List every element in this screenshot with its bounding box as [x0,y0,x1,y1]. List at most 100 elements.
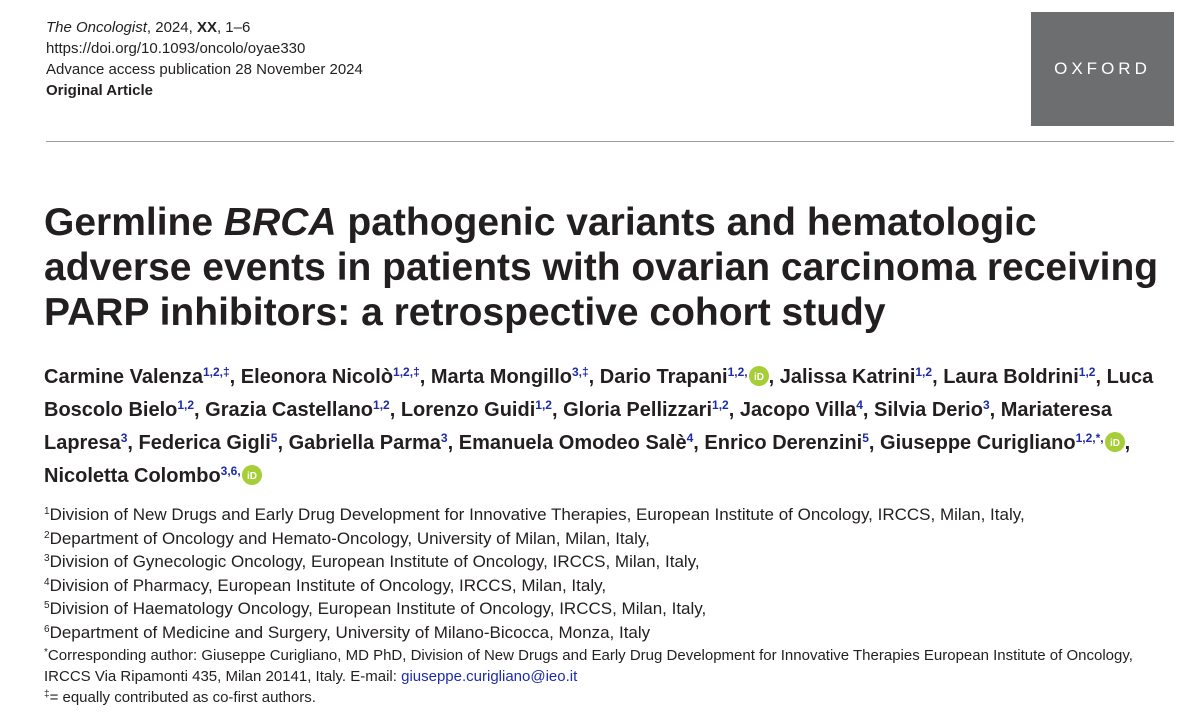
author-name: Grazia Castellano [205,399,374,421]
author-separator: , [447,432,459,454]
svg-text:iD: iD [247,471,257,482]
author-entry: Lorenzo Guidi1,2, [401,399,563,421]
author-name: Nicoletta Colombo [44,465,221,487]
orcid-icon[interactable]: iD [748,366,769,386]
author-separator: , [419,366,431,388]
author-affiliation-superscript[interactable]: 3 [983,398,990,412]
affiliation-item: 6Department of Medicine and Surgery, Uni… [44,621,1174,645]
author-name: Giuseppe Curigliano [880,432,1076,454]
author-entry: Enrico Derenzini5, [704,432,880,454]
affiliation-item: 4Division of Pharmacy, European Institut… [44,574,1174,598]
author-separator: , [277,432,289,454]
author-separator: , [868,432,881,454]
author-affiliation-superscript[interactable]: 1,2 [1079,365,1096,379]
author-name: Marta Mongillo [430,366,572,388]
journal-name: The Oncologist [46,19,147,36]
affiliation-text: Division of Haematology Oncology, Europe… [49,599,707,618]
author-separator: , [768,366,780,388]
title-part-1: Germline [44,201,224,244]
author-separator: , [862,399,875,421]
author-entry: Federica Gigli5, [139,432,289,454]
author-separator: , [728,399,740,421]
citation-volume: XX [196,19,217,36]
author-separator: , [194,399,206,421]
affiliation-item: 1Division of New Drugs and Early Drug De… [44,503,1174,527]
author-affiliation-superscript[interactable]: 3,‡ [572,365,589,379]
author-separator: , [989,399,1001,421]
author-name: Lorenzo Guidi [400,399,536,421]
author-separator: , [932,366,944,388]
author-affiliation-superscript[interactable]: 1,2 [535,398,552,412]
svg-text:iD: iD [754,372,764,383]
author-entry: Jalissa Katrini1,2, [780,366,943,388]
author-entry: Emanuela Omodeo Salè4, [459,432,705,454]
article-title: Germline BRCA pathogenic variants and he… [44,200,1164,335]
author-separator: , [693,432,705,454]
header-divider [46,141,1174,142]
author-entry: Gabriella Parma3, [289,432,459,454]
affiliation-text: Division of Pharmacy, European Institute… [49,575,607,595]
author-affiliation-superscript[interactable]: 1,2 [915,365,932,379]
author-list: Carmine Valenza1,2,‡, Eleonora Nicolò1,2… [44,361,1174,493]
author-name: Silvia Derio [874,399,983,421]
author-name: Emanuela Omodeo Salè [458,432,687,454]
author-name: Dario Trapani [599,366,728,388]
corresponding-email-link[interactable]: giuseppe.curigliano@ieo.it [401,668,577,685]
affiliation-text: Division of Gynecologic Oncology, Europe… [49,552,700,571]
citation-year: 2024, [155,19,197,36]
article-header-meta: The Oncologist, 2024, XX, 1–6 https://do… [46,17,363,101]
svg-text:iD: iD [1110,438,1120,449]
author-affiliation-superscript[interactable]: 4 [856,398,863,412]
orcid-icon[interactable]: iD [241,465,262,485]
author-entry: Grazia Castellano1,2, [205,399,401,421]
author-entry: Marta Mongillo3,‡, [431,366,600,388]
author-name: Gloria Pellizzari [563,399,713,421]
author-affiliation-superscript[interactable]: 1,2 [712,398,729,412]
author-entry: Nicoletta Colombo3,6, iD [44,465,262,487]
corresponding-text: Corresponding author: Giuseppe Curiglian… [44,647,1133,685]
author-separator: , [1095,366,1107,388]
corresponding-author-line: *Corresponding author: Giuseppe Curiglia… [44,645,1174,687]
author-affiliation-superscript[interactable]: 3 [441,431,448,445]
publication-date: Advance access publication 28 November 2… [46,61,363,78]
affiliation-text: Department of Medicine and Surgery, Univ… [49,622,651,642]
author-affiliation-superscript[interactable]: 1,2,*, [1076,431,1104,445]
author-name: Gabriella Parma [288,432,441,454]
affiliation-text: Department of Oncology and Hemato-Oncolo… [49,528,650,548]
author-separator: , [551,399,564,421]
author-affiliation-superscript[interactable]: 3,6, [221,464,241,478]
author-entry: Silvia Derio3, [874,399,1001,421]
author-entry: Dario Trapani1,2, iD, [600,366,780,388]
author-entry: Gloria Pellizzari1,2, [563,399,740,421]
author-affiliation-superscript[interactable]: 1,2,‡ [203,365,230,379]
author-affiliation-superscript[interactable]: 5 [862,431,869,445]
author-entry: Giuseppe Curigliano1,2,*, iD, [880,432,1130,454]
doi-link[interactable]: https://doi.org/10.1093/oncolo/oyae330 [46,38,363,59]
author-separator: , [588,366,600,388]
orcid-icon[interactable]: iD [1104,432,1125,452]
author-entry: Jacopo Villa4, [740,399,874,421]
affiliation-list: 1Division of New Drugs and Early Drug De… [44,503,1174,644]
author-separator: , [1124,432,1131,454]
equal-contribution-line: ‡= equally contributed as co-first autho… [44,687,1174,708]
equal-contribution-text: = equally contributed as co-first author… [49,689,316,706]
author-name: Jalissa Katrini [779,366,916,388]
oxford-logo: OXFORD [1031,12,1174,126]
author-entry: Carmine Valenza1,2,‡, [44,366,241,388]
author-entry: Eleonora Nicolò1,2,‡, [241,366,431,388]
oxford-logo-text: OXFORD [1054,59,1151,78]
author-name: Carmine Valenza [44,366,203,388]
affiliation-item: 2Department of Oncology and Hemato-Oncol… [44,527,1174,551]
affiliation-item: 5Division of Haematology Oncology, Europ… [44,597,1174,621]
author-name: Jacopo Villa [739,399,857,421]
author-affiliation-superscript[interactable]: 1,2,‡ [393,365,420,379]
author-name: Federica Gigli [138,432,271,454]
title-italic-gene: BRCA [223,201,337,244]
author-affiliation-superscript[interactable]: 1,2, [728,365,748,379]
citation-pages: , 1–6 [216,19,251,36]
author-affiliation-superscript[interactable]: 1,2 [177,398,194,412]
author-name: Enrico Derenzini [704,432,863,454]
affiliation-text: Division of New Drugs and Early Drug Dev… [49,505,1025,524]
author-entry: Laura Boldrini1,2, [943,366,1106,388]
author-affiliation-superscript[interactable]: 1,2 [373,398,390,412]
